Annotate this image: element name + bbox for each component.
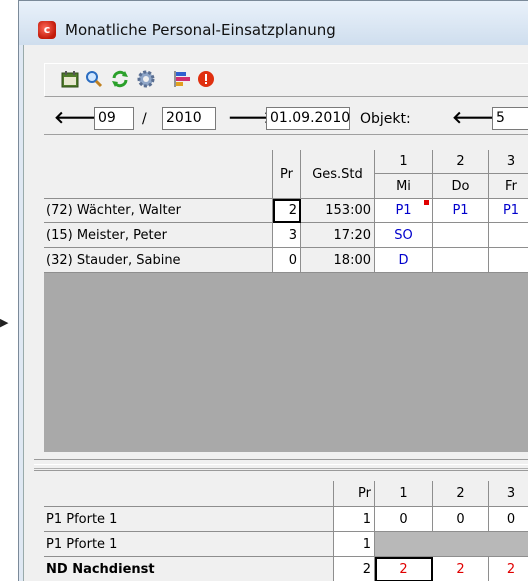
- priority-cell[interactable]: 0: [273, 248, 301, 273]
- magnifier-icon[interactable]: [83, 68, 105, 90]
- objekt-label: Objekt:: [360, 111, 411, 127]
- year-field[interactable]: 2010: [162, 107, 216, 130]
- hours-cell: 153:00: [301, 199, 375, 223]
- summary-name-header: [44, 481, 334, 507]
- summary-day-1-header: 1: [375, 481, 433, 507]
- day-2-number: 2: [433, 150, 489, 174]
- position-name[interactable]: ND Nachdienst: [44, 557, 334, 581]
- count-cell[interactable]: 0: [375, 507, 433, 532]
- employee-name[interactable]: (72) Wächter, Walter: [44, 199, 273, 223]
- shift-cell[interactable]: [489, 223, 528, 248]
- priority-cell[interactable]: 2: [273, 199, 301, 223]
- employee-name[interactable]: (15) Meister, Peter: [44, 223, 273, 248]
- shift-cell[interactable]: D: [375, 248, 433, 273]
- count-cell[interactable]: 2: [375, 557, 433, 581]
- position-pr: 1: [334, 532, 375, 557]
- app-window: c Monatliche Personal-Einsatzplanung 🡐 0…: [18, 0, 528, 581]
- summary-day-3-header: 3: [489, 481, 528, 507]
- prev-objekt-arrow-icon[interactable]: 🡐: [452, 108, 498, 128]
- position-name[interactable]: P1 Pforte 1: [44, 532, 334, 557]
- calendar-icon[interactable]: [59, 68, 81, 90]
- pr-header: Pr: [273, 150, 301, 199]
- gear-icon[interactable]: [135, 68, 157, 90]
- navigation-bar: 🡐 09 / 2010 🡒 01.09.2010 Objekt: 🡐 5: [44, 103, 528, 135]
- hours-cell: 18:00: [301, 248, 375, 273]
- edge-marker-icon: ▶: [0, 316, 9, 329]
- count-cell[interactable]: 2: [433, 557, 489, 581]
- empty-count-area: [375, 532, 528, 557]
- hours-header: Ges.Std: [301, 150, 375, 199]
- date-separator: /: [142, 111, 147, 127]
- alert-icon[interactable]: [195, 68, 217, 90]
- note-marker: [424, 200, 429, 205]
- hours-cell: 17:20: [301, 223, 375, 248]
- position-name[interactable]: P1 Pforte 1: [44, 507, 334, 532]
- priority-cell[interactable]: 3: [273, 223, 301, 248]
- shift-cell[interactable]: P1: [489, 199, 528, 223]
- shift-cell[interactable]: [489, 248, 528, 273]
- summary-day-2-header: 2: [433, 481, 489, 507]
- name-header: [44, 150, 273, 199]
- month-field[interactable]: 09: [94, 107, 134, 130]
- position-pr: 2: [334, 557, 375, 581]
- refresh-arrows-icon[interactable]: [109, 68, 131, 90]
- app-logo-icon: c: [38, 21, 56, 39]
- splitter-handle[interactable]: [34, 459, 528, 471]
- title-bar[interactable]: c Monatliche Personal-Einsatzplanung: [19, 1, 528, 45]
- toolbar: [44, 63, 528, 97]
- shift-cell[interactable]: SO: [375, 223, 433, 248]
- day-3-number: 3: [489, 150, 528, 174]
- employee-name[interactable]: (32) Stauder, Sabine: [44, 248, 273, 273]
- client-area: 🡐 09 / 2010 🡒 01.09.2010 Objekt: 🡐 5 Pr …: [23, 45, 528, 581]
- shift-cell[interactable]: [433, 248, 489, 273]
- bar-chart-icon[interactable]: [171, 68, 193, 90]
- count-cell[interactable]: 0: [489, 507, 528, 532]
- count-cell[interactable]: 2: [489, 557, 528, 581]
- shift-cell[interactable]: P1: [433, 199, 489, 223]
- day-3-weekday: Fr: [489, 174, 528, 199]
- day-1-weekday: Mi: [375, 174, 433, 199]
- objekt-field[interactable]: 5: [492, 107, 528, 130]
- prev-month-arrow-icon[interactable]: 🡐: [54, 108, 100, 128]
- window-title: Monatliche Personal-Einsatzplanung: [65, 21, 336, 39]
- summary-pr-header: Pr: [334, 481, 375, 507]
- date-field[interactable]: 01.09.2010: [266, 107, 350, 130]
- day-1-number: 1: [375, 150, 433, 174]
- plan-grid: Pr Ges.Std 1 Mi 2 Do 3 Fr (72) Wächter, …: [44, 150, 528, 452]
- position-pr: 1: [334, 507, 375, 532]
- day-2-weekday: Do: [433, 174, 489, 199]
- count-cell[interactable]: 0: [433, 507, 489, 532]
- summary-grid: Pr 1 2 3 P1 Pforte 1 1 0 0 0 P1 Pforte 1…: [44, 481, 528, 581]
- shift-cell[interactable]: [433, 223, 489, 248]
